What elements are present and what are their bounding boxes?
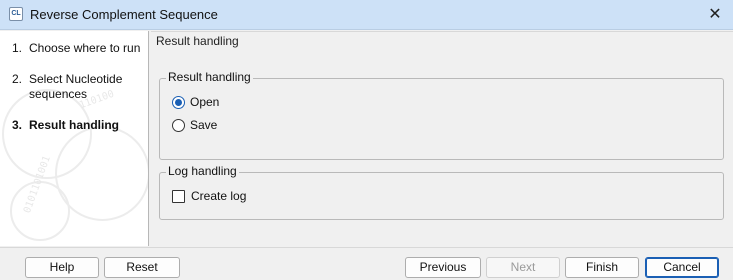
open-radio[interactable]	[172, 95, 185, 109]
create-log-option[interactable]: Create log	[172, 188, 246, 204]
open-radio-option[interactable]: Open	[172, 94, 219, 110]
app-icon: CL	[9, 7, 23, 21]
dialog-footer: Help Reset Previous Next Finish Cancel	[0, 247, 733, 280]
previous-button[interactable]: Previous	[405, 257, 481, 278]
result-handling-group: Result handling Open Save	[159, 70, 724, 160]
wizard-steps-sidebar: 0101101001 110100 1. Choose where to run…	[0, 31, 149, 246]
help-button[interactable]: Help	[25, 257, 99, 278]
finish-button[interactable]: Finish	[565, 257, 639, 278]
result-handling-panel: Result handling Result handling Open Sav…	[151, 31, 733, 246]
reset-button[interactable]: Reset	[104, 257, 180, 278]
next-button[interactable]: Next	[486, 257, 560, 278]
cancel-button[interactable]: Cancel	[645, 257, 719, 278]
save-radio-option[interactable]: Save	[172, 117, 217, 133]
window-title: Reverse Complement Sequence	[30, 7, 218, 22]
close-button[interactable]: ✕	[697, 0, 733, 30]
log-handling-group-title: Log handling	[166, 164, 239, 178]
panel-header: Result handling	[156, 34, 239, 48]
title-bar: CL Reverse Complement Sequence ✕	[0, 0, 733, 30]
save-radio[interactable]	[172, 118, 185, 132]
save-radio-label: Save	[190, 118, 218, 132]
open-radio-label: Open	[190, 95, 220, 109]
create-log-label: Create log	[191, 189, 247, 203]
result-handling-group-title: Result handling	[166, 70, 253, 84]
log-handling-group: Log handling Create log	[159, 164, 724, 220]
create-log-checkbox[interactable]	[172, 189, 185, 203]
